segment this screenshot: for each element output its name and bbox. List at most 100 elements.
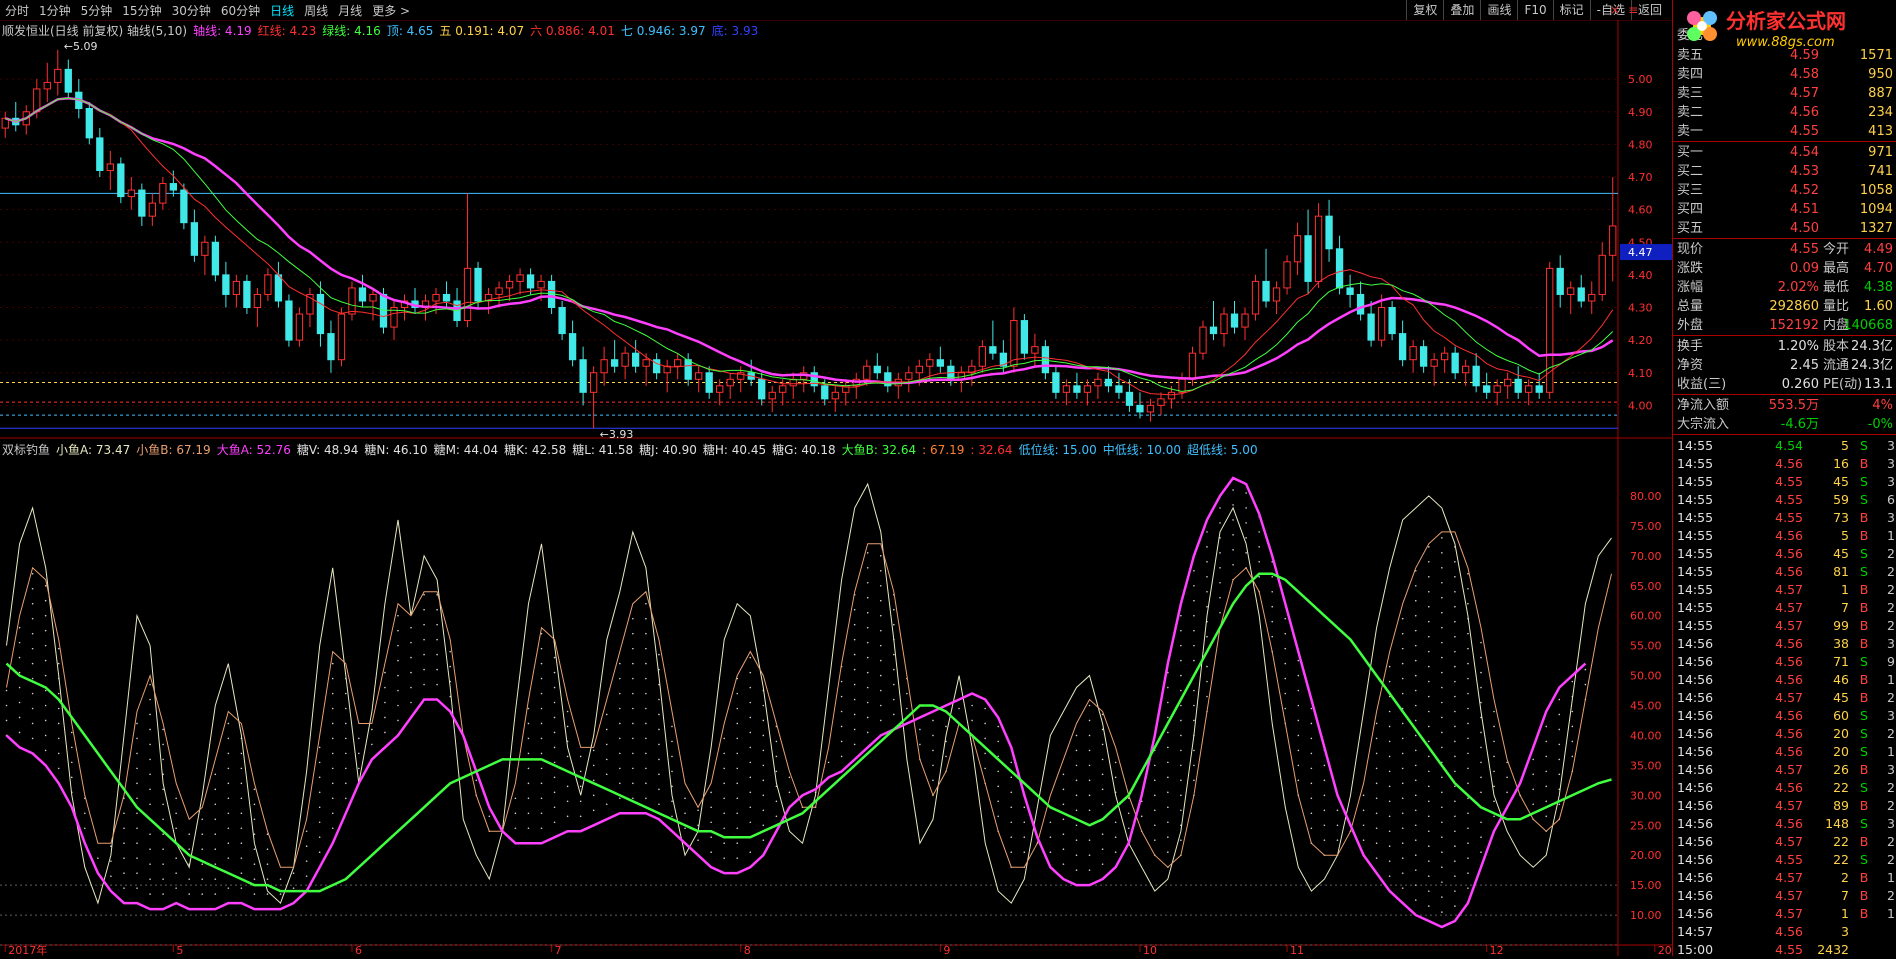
ind-fill-dot (44, 644, 47, 647)
toolbar-button-3[interactable]: F10 (1517, 0, 1552, 20)
timeframe-0[interactable]: 分时 (0, 2, 34, 19)
ind-fill-dot (1558, 773, 1561, 776)
toolbar-button-1[interactable]: 叠加 (1443, 0, 1480, 20)
ind-fill-dot (410, 686, 412, 689)
ind-fill-dot (1414, 824, 1417, 827)
ind-legend-item-10: 糖H: 40.45 (702, 443, 767, 457)
ind-fill-dot (1414, 629, 1417, 632)
ind-fill-dot (1206, 575, 1208, 578)
ind-fill-dot (318, 761, 321, 764)
timeframe-6[interactable]: 日线 (265, 2, 299, 19)
ind-fill-dot (1206, 680, 1208, 683)
toolbar-button-0[interactable]: 复权 (1406, 0, 1443, 20)
quote-row: 涨跌 0.09 最高 4.70 (1677, 261, 1893, 276)
ind-fill-dot (188, 848, 191, 850)
ind-fill-dot (1467, 767, 1469, 770)
ind-fill-dot (318, 791, 321, 794)
ind-fill-dot (879, 659, 882, 662)
ind-fill-dot (1454, 561, 1456, 563)
ind-fill-dot (318, 806, 321, 809)
ind-fill-dot (1584, 683, 1587, 686)
ind-fill-dot (1375, 812, 1378, 815)
ind-fill-dot (632, 692, 634, 695)
ind-fill-dot (919, 743, 921, 746)
ind-fill-dot (1062, 803, 1065, 806)
candle-body-13 (138, 189, 146, 217)
candle-body-68 (716, 385, 724, 393)
ind-fill-dot (266, 878, 269, 880)
ind-fill-dot (1167, 686, 1169, 689)
candle-body-140 (1472, 365, 1480, 387)
ind-fill-dot (1206, 561, 1208, 563)
separator (1673, 238, 1896, 239)
ind-ytick-6: 40.00 (1630, 729, 1662, 742)
ind-fill-dot (1414, 704, 1417, 707)
ind-fill-dot (1362, 794, 1365, 797)
ind-fill-dot (1454, 830, 1456, 833)
ind-fill-dot (645, 797, 647, 800)
ind-fill-dot (632, 617, 634, 620)
ind-fill-dot (149, 788, 151, 791)
timeframe-1[interactable]: 1分钟 (34, 2, 76, 19)
timeframe-8[interactable]: 月线 (333, 2, 367, 19)
candle-body-50 (526, 274, 535, 289)
timeframe-9[interactable]: 更多 > (367, 2, 415, 19)
ind-fill-dot (1545, 770, 1548, 773)
ind-fill-dot (227, 857, 230, 859)
candle-body-72 (758, 378, 766, 400)
timeframe-3[interactable]: 15分钟 (117, 2, 166, 19)
ind-fill-dot (1441, 881, 1443, 883)
ind-fill-dot (553, 671, 556, 674)
timeframe-4[interactable]: 30分钟 (167, 2, 216, 19)
ind-fill-dot (645, 677, 647, 680)
ind-fill-dot (162, 758, 164, 761)
ind-fill-dot (1297, 674, 1300, 677)
ind-fill-dot (645, 707, 647, 710)
ind-fill-dot (736, 767, 739, 770)
ind-fill-dot (162, 803, 164, 806)
timeframe-2[interactable]: 5分钟 (76, 2, 118, 19)
ind-fill-dot (344, 737, 347, 740)
ind-fill-dot (1427, 650, 1430, 653)
ind-fill-dot (723, 752, 725, 755)
ind-fill-dot (1388, 800, 1391, 803)
ind-fill-dot (214, 818, 217, 821)
candle-body-152 (1598, 254, 1606, 295)
ind-fill-dot (879, 629, 882, 632)
timeframe-5[interactable]: 60分钟 (216, 2, 265, 19)
ind-legend-item-14: : 32.64 (970, 443, 1013, 457)
ind-fill-dot (1414, 749, 1417, 752)
ind-fill-dot (775, 740, 778, 743)
ind-fill-dot (997, 740, 1000, 743)
ind-fill-dot (632, 797, 634, 800)
ind-fill-dot (1545, 755, 1548, 758)
ind-fill-dot (879, 569, 882, 572)
ind-fill-dot (1114, 836, 1117, 839)
ind-fill-dot (1219, 596, 1221, 599)
candle-body-138 (1451, 352, 1459, 374)
candle-body-51 (537, 280, 545, 289)
ind-fill-dot (1193, 569, 1195, 572)
toolbar-button-2[interactable]: 画线 (1480, 0, 1517, 20)
menu-icon[interactable]: ≡ (1628, 3, 1638, 17)
close-icon[interactable]: × (1610, 3, 1620, 17)
candle-body-148 (1556, 267, 1564, 295)
ind-fill-dot (227, 812, 230, 815)
timeframe-7[interactable]: 周线 (299, 2, 333, 19)
ind-fill-dot (240, 857, 243, 859)
ind-fill-dot (605, 713, 608, 716)
ind-fill-dot (671, 800, 673, 803)
ind-fill-dot (866, 626, 869, 629)
price-ytick-0: 4.00 (1628, 399, 1653, 412)
ind-fill-dot (201, 848, 204, 850)
ind-fill-dot (1010, 851, 1013, 853)
ind-fill-dot (1258, 531, 1260, 533)
ind-fill-dot (1441, 701, 1443, 704)
ind-fill-dot (592, 749, 595, 752)
candle-body-24 (253, 293, 262, 309)
ind-fill-dot (984, 707, 986, 710)
toolbar-button-4[interactable]: 标记 (1552, 0, 1590, 20)
xlabel-9: 2017/12/25/一 (1658, 944, 1672, 956)
ind-fill-dot (1441, 596, 1443, 599)
trade-row: 15:00 4.55 2432 (1677, 942, 1849, 957)
